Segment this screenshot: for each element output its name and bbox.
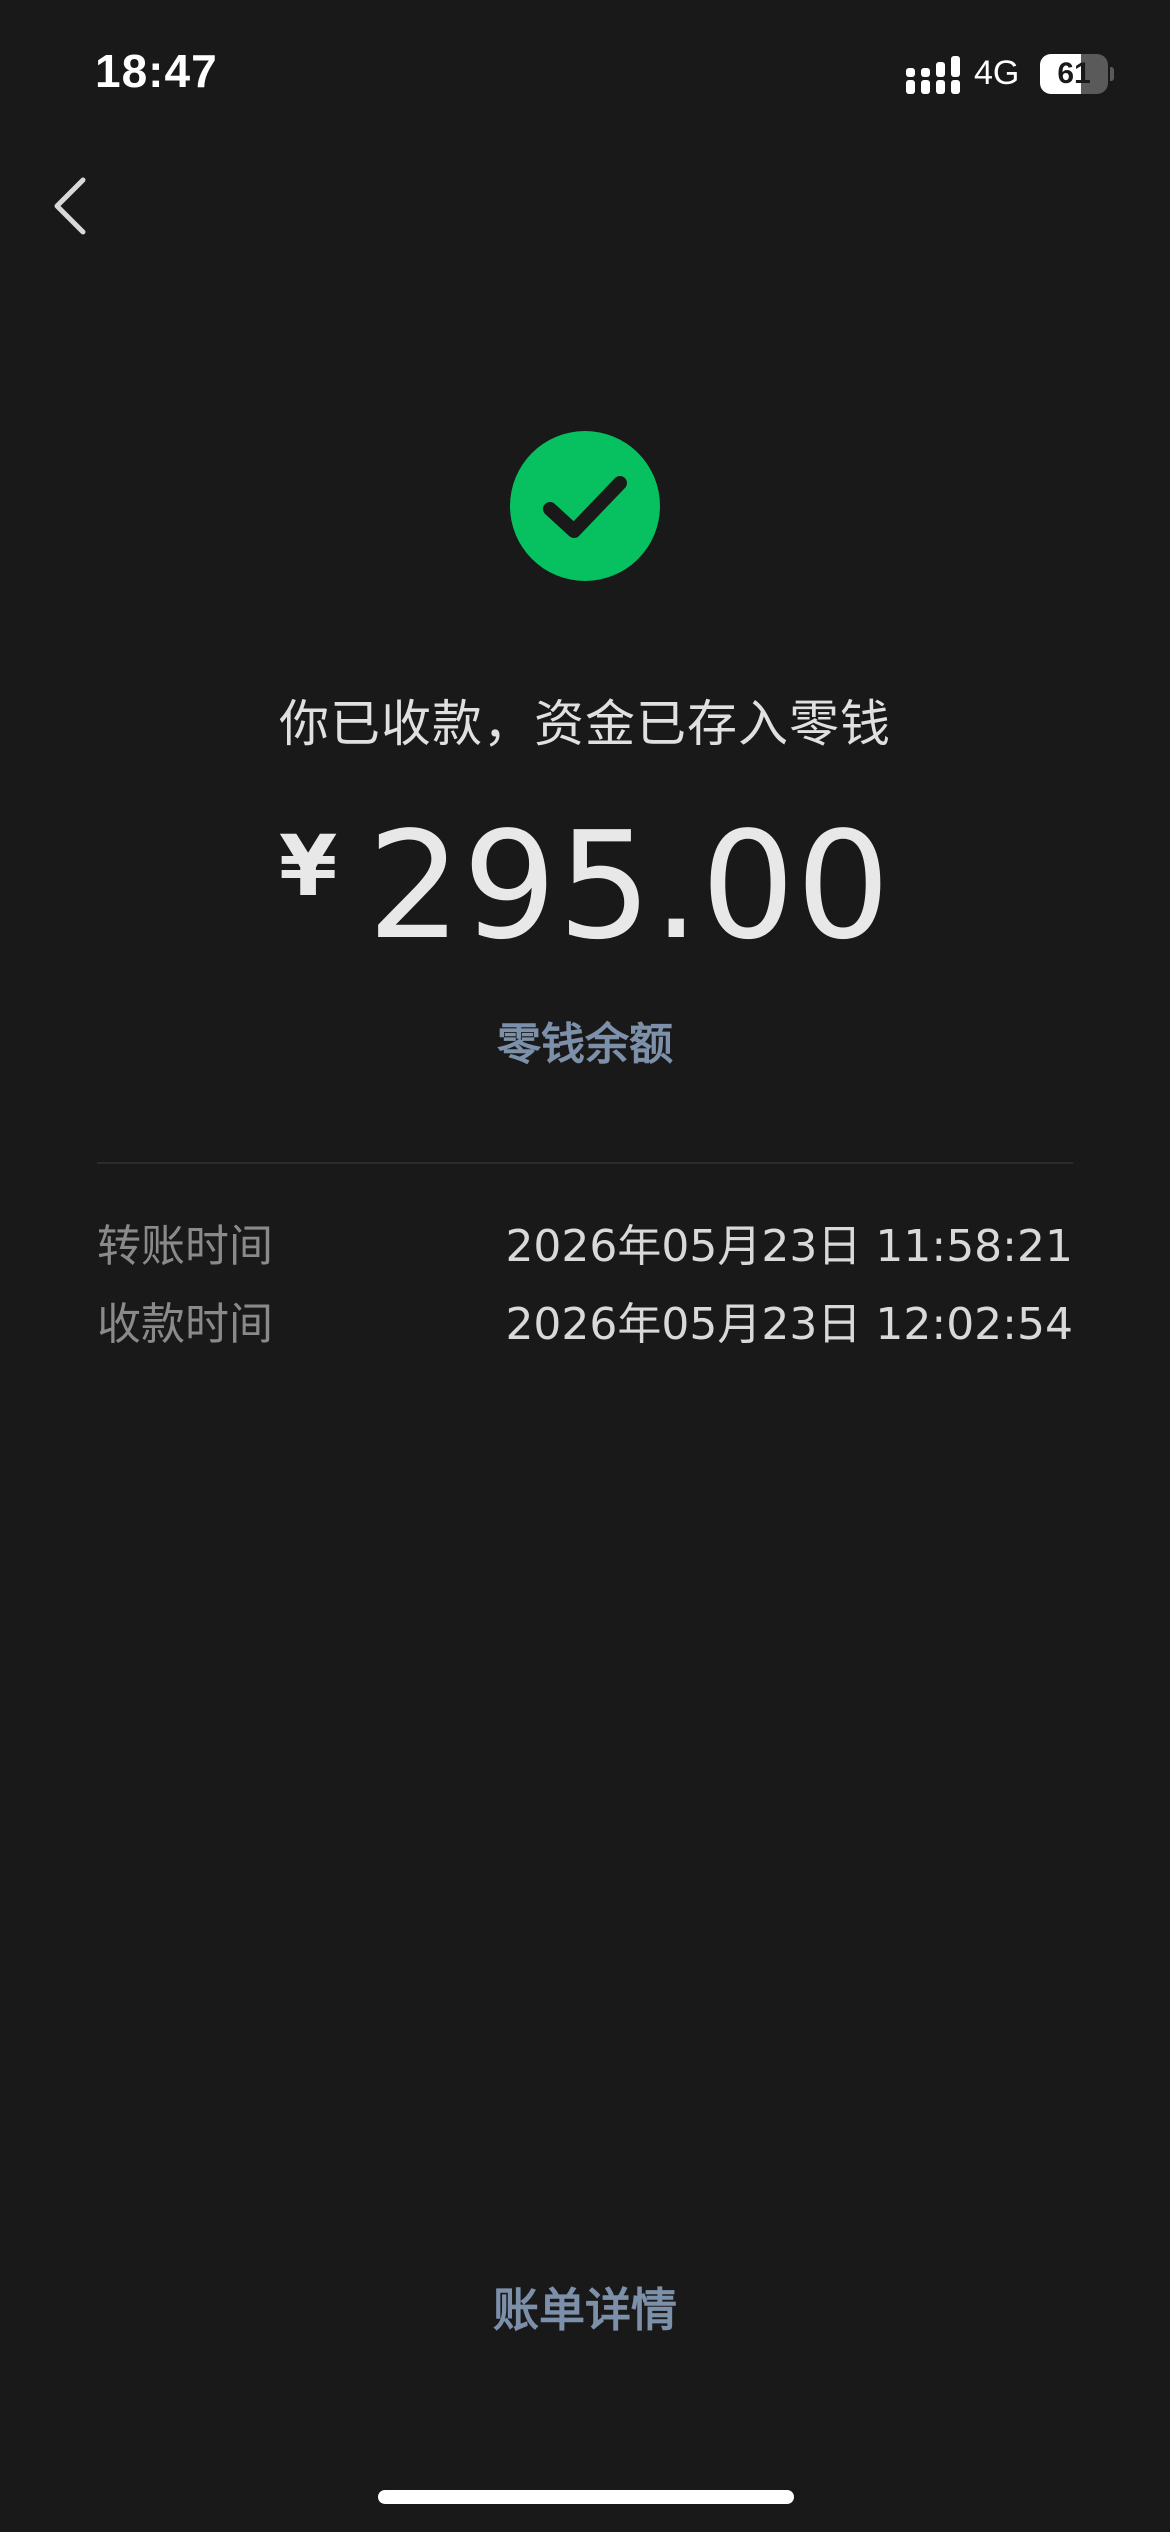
transfer-time-label: 转账时间 (97, 1221, 273, 1272)
divider (97, 1162, 1073, 1164)
battery-level: 61 (1057, 57, 1091, 90)
network-type: 4G (974, 54, 1020, 92)
home-indicator (378, 2490, 794, 2504)
transfer-time-value: 2026年05月23日 11:58:21 (505, 1221, 1073, 1272)
balance-link[interactable]: 零钱余额 (0, 1008, 1170, 1072)
battery-icon: 61 (1040, 54, 1114, 94)
chevron-left-icon (54, 177, 86, 235)
status-bar: 18:47 4G 61 (0, 0, 1170, 140)
status-time: 18:47 (95, 45, 218, 97)
amount-value: 295.00 (367, 800, 892, 972)
receive-time-value: 2026年05月23日 12:02:54 (505, 1299, 1073, 1350)
received-amount: ¥295.00 (0, 800, 1170, 972)
checkmark-circle-icon (510, 431, 660, 581)
receipt-message: 你已收款，资金已存入零钱 (279, 695, 891, 753)
detail-row-receive-time: 收款时间 2026年05月23日 12:02:54 (97, 1288, 1073, 1352)
signal-bars-icon (906, 56, 960, 94)
currency-symbol: ¥ (278, 817, 338, 915)
detail-row-transfer-time: 转账时间 2026年05月23日 11:58:21 (97, 1210, 1073, 1274)
receive-time-label: 收款时间 (97, 1299, 273, 1350)
back-button[interactable] (36, 166, 116, 246)
bill-details-link[interactable]: 账单详情 (0, 2274, 1170, 2340)
